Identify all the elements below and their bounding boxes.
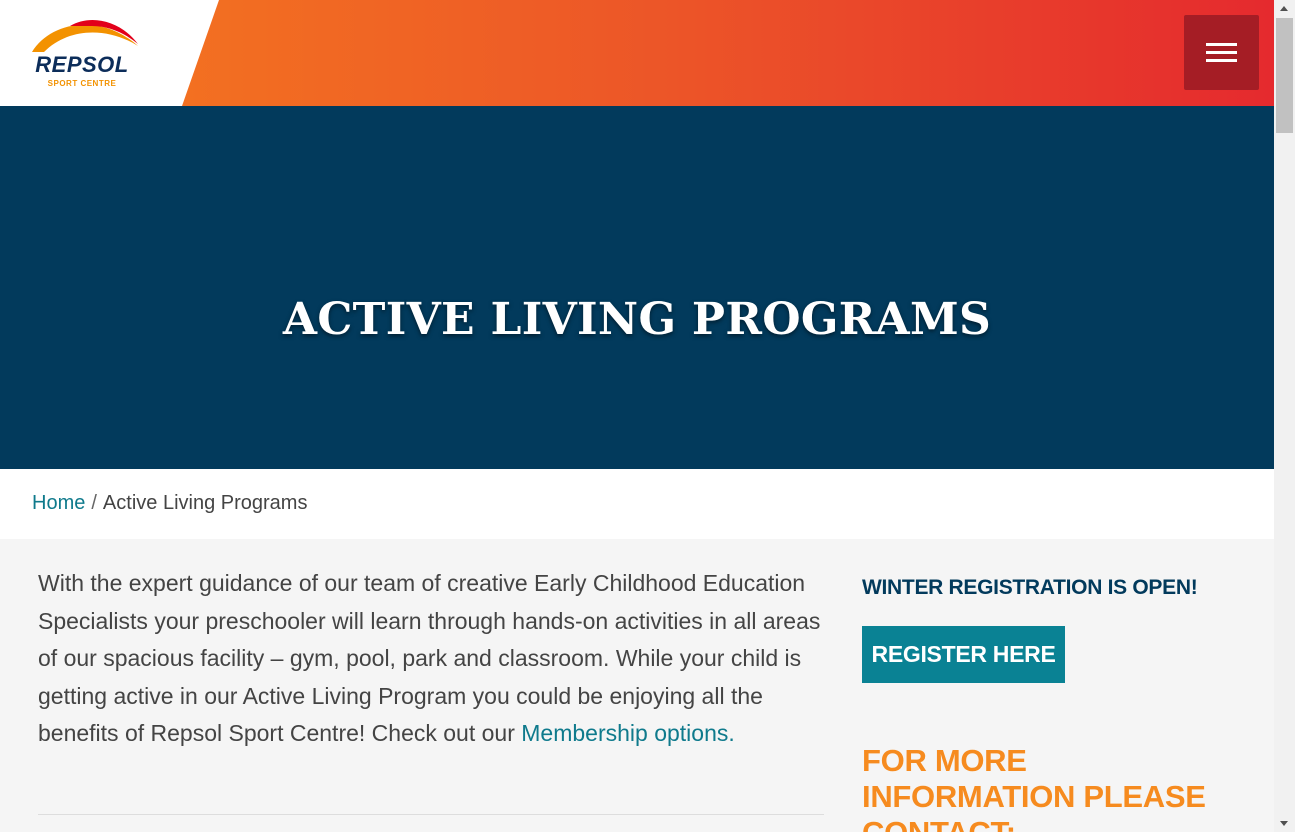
- hamburger-menu-button[interactable]: [1184, 15, 1259, 90]
- scroll-down-arrow-icon[interactable]: [1274, 815, 1295, 832]
- logo-subtitle: SPORT CENTRE: [47, 79, 117, 88]
- header-gradient-band: [182, 0, 1274, 106]
- page-title: ACTIVE LIVING PROGRAMS: [282, 294, 992, 345]
- hamburger-menu-icon: [1206, 43, 1237, 46]
- breadcrumb: Home / Active Living Programs: [0, 469, 1274, 539]
- scroll-up-arrow-icon[interactable]: [1274, 0, 1295, 17]
- site-header: REPSOL SPORT CENTRE: [0, 0, 1274, 106]
- breadcrumb-home-link[interactable]: Home: [32, 492, 85, 514]
- main-content: With the expert guidance of our team of …: [0, 539, 1274, 832]
- content-divider: [38, 814, 824, 815]
- winter-registration-label: WINTER REGISTRATION IS OPEN!: [862, 576, 1198, 599]
- repsol-logo[interactable]: REPSOL SPORT CENTRE: [28, 16, 140, 92]
- logo-arc-icon: [32, 20, 138, 52]
- scrollbar-thumb[interactable]: [1276, 18, 1293, 133]
- logo-wordmark: REPSOL: [35, 52, 129, 77]
- page-scrollbar[interactable]: [1274, 0, 1295, 832]
- membership-options-link[interactable]: Membership options.: [521, 720, 735, 746]
- intro-paragraph: With the expert guidance of our team of …: [38, 565, 828, 753]
- breadcrumb-current: Active Living Programs: [102, 492, 308, 514]
- breadcrumb-separator: /: [91, 492, 97, 514]
- hero-banner: ACTIVE LIVING PROGRAMS: [0, 106, 1274, 469]
- more-information-heading: FOR MORE INFORMATION PLEASE CONTACT:: [862, 743, 1206, 832]
- register-here-button[interactable]: REGISTER HERE: [862, 626, 1065, 683]
